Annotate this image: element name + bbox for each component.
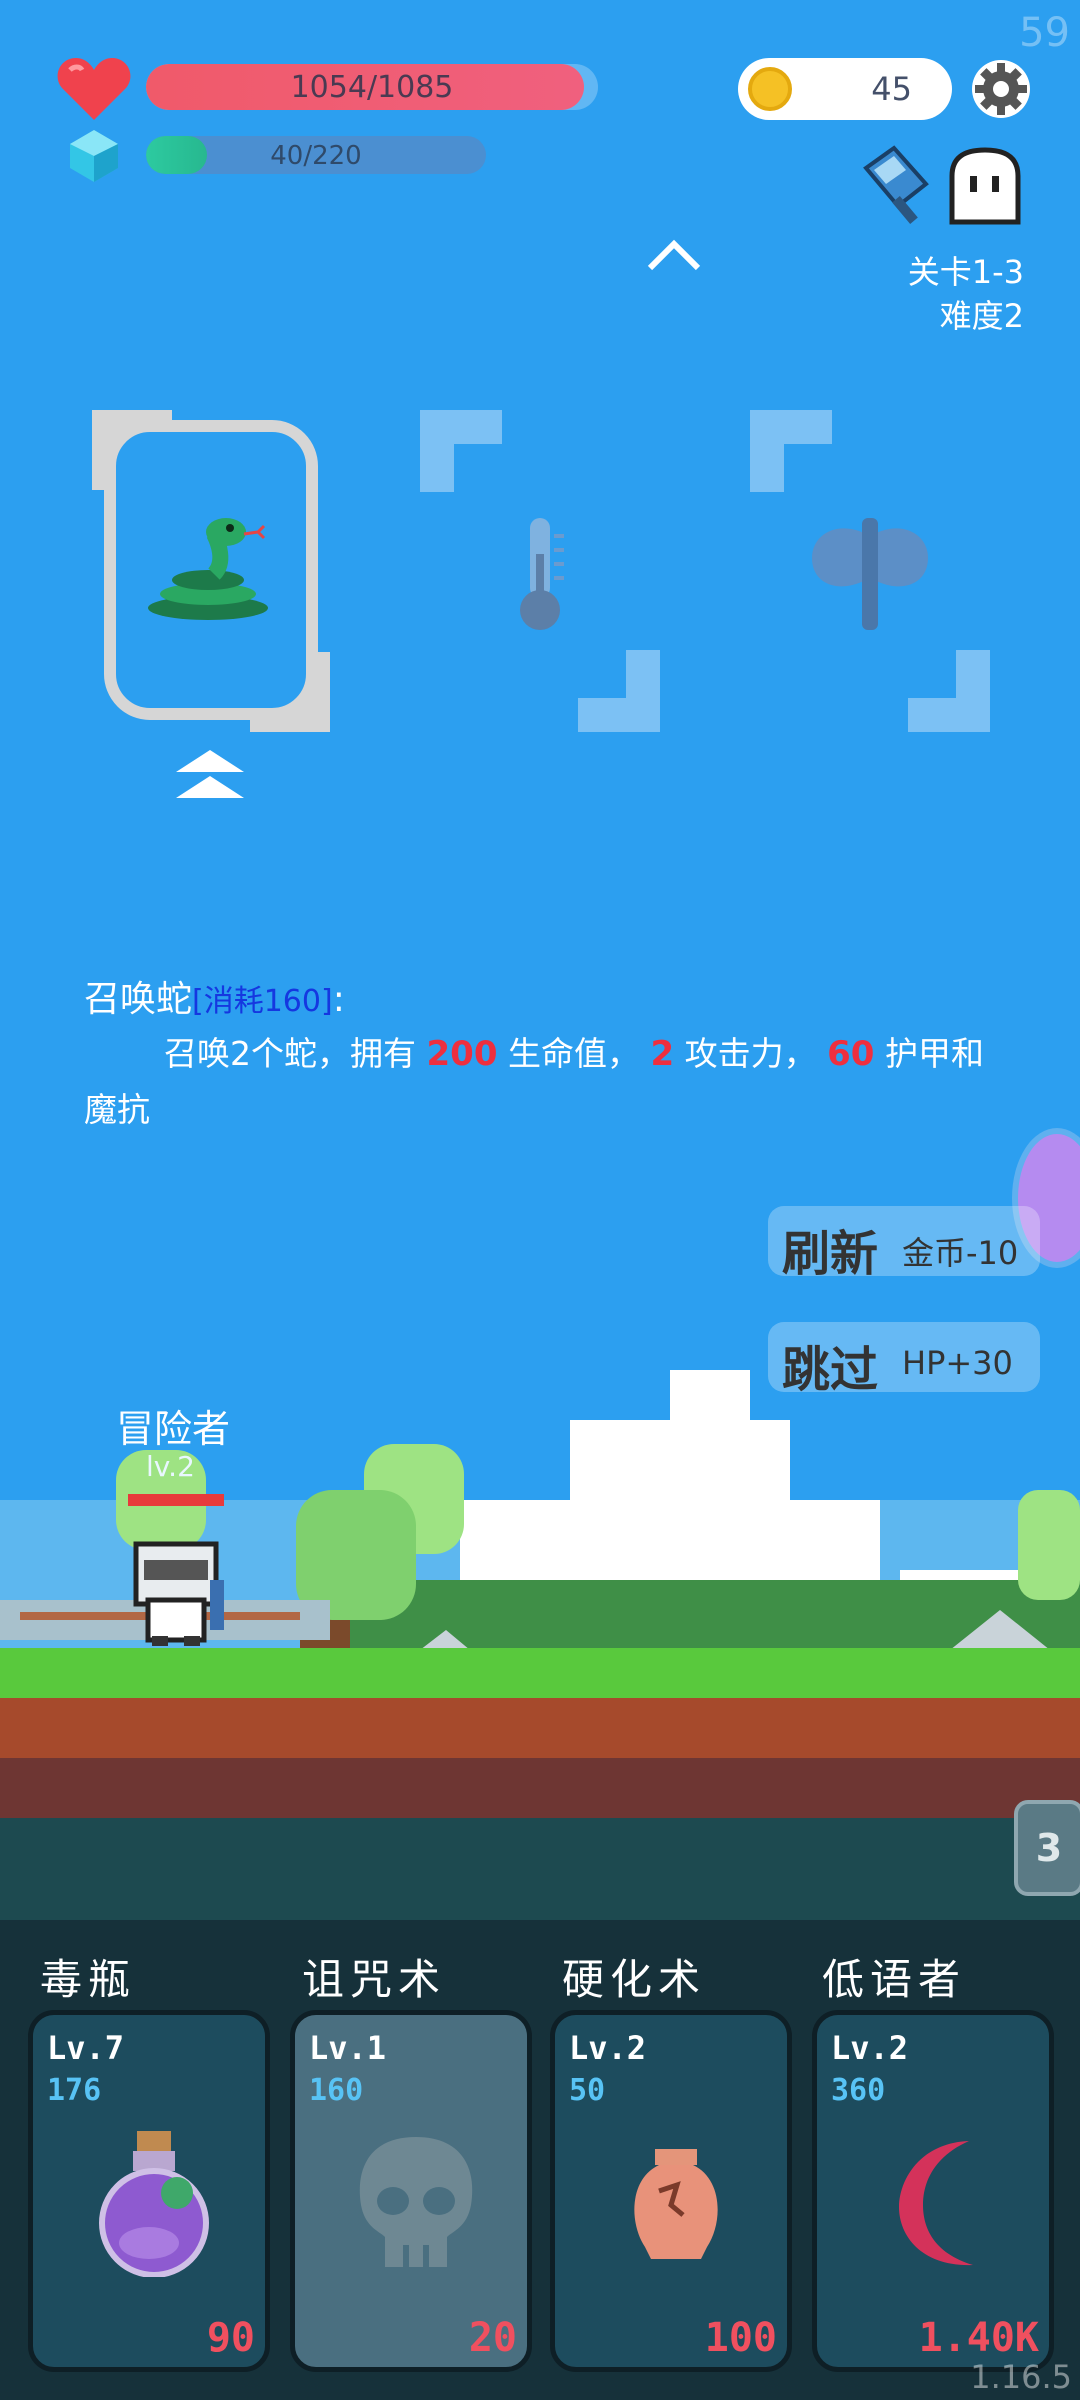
skull-icon — [359, 2137, 473, 2267]
mp-text: 40/220 — [270, 141, 362, 171]
skill-desc-body: 召唤2个蛇，拥有 200 生命值， 2 攻击力， 60 护甲和魔抗 — [84, 1026, 1004, 1138]
skill-price: 90 — [206, 2315, 255, 2361]
queue-counter[interactable]: 3 — [1014, 1800, 1080, 1896]
coin-icon — [748, 67, 792, 111]
skill-card-whisperer[interactable]: Lv.2 360 1.40K — [812, 2010, 1054, 2372]
skill-card-curse[interactable]: Lv.1 160 20 — [290, 2010, 532, 2372]
choice-card-snake[interactable] — [92, 410, 330, 732]
refresh-button[interactable]: 刷新 金币-10 — [768, 1206, 1040, 1282]
hero-hp-bar — [128, 1494, 224, 1506]
stage-info: 关卡1-3 难度2 — [908, 250, 1024, 338]
grass-ground — [0, 1648, 1080, 1698]
skill-name-poison: 毒瓶 — [40, 1955, 137, 2004]
battle-axe-icon — [812, 518, 928, 630]
skill-level: Lv.7 — [47, 2029, 125, 2067]
stage-difficulty: 难度2 — [939, 297, 1024, 335]
hp-text: 1054/1085 — [290, 70, 454, 105]
skill-cost: [消耗160] — [192, 984, 333, 1019]
skill-level: Lv.2 — [831, 2029, 909, 2067]
hp-bar: 1054/1085 — [146, 64, 598, 110]
crystal-icon — [70, 130, 118, 182]
coin-counter: 45 — [738, 58, 952, 120]
skill-price: 100 — [704, 2315, 777, 2361]
hero-level: lv.2 — [146, 1450, 195, 1483]
hero-name: 冒险者 — [116, 1407, 231, 1451]
version-label: 1.16.5 — [970, 2358, 1072, 2396]
poison-bottle-icon — [99, 2131, 209, 2277]
colon: : — [332, 979, 345, 1020]
skill-title: 召唤蛇 — [84, 979, 193, 1020]
skill-name-harden: 硬化术 — [562, 1955, 707, 2004]
chevron-up-icon[interactable] — [646, 238, 702, 272]
desc-armor-value: 60 — [827, 1034, 875, 1074]
skill-mana-cost: 50 — [569, 2073, 606, 2108]
desc-atk-value: 2 — [650, 1034, 675, 1074]
dirt-ground-deep — [0, 1758, 1080, 1818]
skill-name-whisperer: 低语者 — [822, 1955, 967, 2004]
refresh-label: 刷新 — [782, 1226, 879, 1282]
choice-card-axe[interactable] — [750, 410, 990, 732]
choice-card-thermometer[interactable] — [420, 410, 660, 732]
desc-text: 召唤2个蛇，拥有 — [164, 1034, 427, 1073]
queue-count: 3 — [1035, 1826, 1063, 1870]
upgrade-arrow-icon — [176, 750, 244, 798]
skill-name-curse: 诅咒术 — [302, 1955, 447, 2004]
skill-level: Lv.1 — [309, 2029, 387, 2067]
hero-sprite[interactable] — [126, 1540, 238, 1648]
ghost-icon[interactable] — [946, 146, 1024, 226]
refresh-cost: 金币-10 — [902, 1234, 1019, 1272]
desc-hp-value: 200 — [426, 1034, 498, 1074]
mp-bar: 40/220 — [146, 136, 486, 174]
skill-level: Lv.2 — [569, 2029, 647, 2067]
thermometer-icon — [520, 518, 564, 630]
skill-card-harden[interactable]: Lv.2 50 100 — [550, 2010, 792, 2372]
skill-mana-cost: 360 — [831, 2073, 886, 2108]
fps-counter: 59 — [1019, 10, 1070, 56]
vase-icon — [634, 2149, 718, 2259]
skill-desc-title: 召唤蛇[消耗160]: — [84, 970, 345, 1022]
skill-mana-cost: 176 — [47, 2073, 102, 2108]
stage-level: 关卡1-3 — [907, 253, 1024, 291]
gear-icon[interactable] — [970, 58, 1032, 120]
desc-text: 攻击力， — [674, 1034, 828, 1073]
skill-mana-cost: 160 — [309, 2073, 364, 2108]
skill-price: 20 — [468, 2315, 517, 2361]
skill-price: 1.40K — [918, 2315, 1039, 2361]
desc-text: 生命值， — [497, 1034, 651, 1073]
crescent-icon — [899, 2141, 973, 2266]
water-strip — [0, 1818, 1080, 1928]
heart-icon — [57, 58, 131, 120]
snake-icon — [148, 518, 268, 620]
coin-value: 45 — [871, 70, 912, 108]
cleaver-icon[interactable] — [860, 144, 944, 228]
skill-card-poison[interactable]: Lv.7 176 90 — [28, 2010, 270, 2372]
